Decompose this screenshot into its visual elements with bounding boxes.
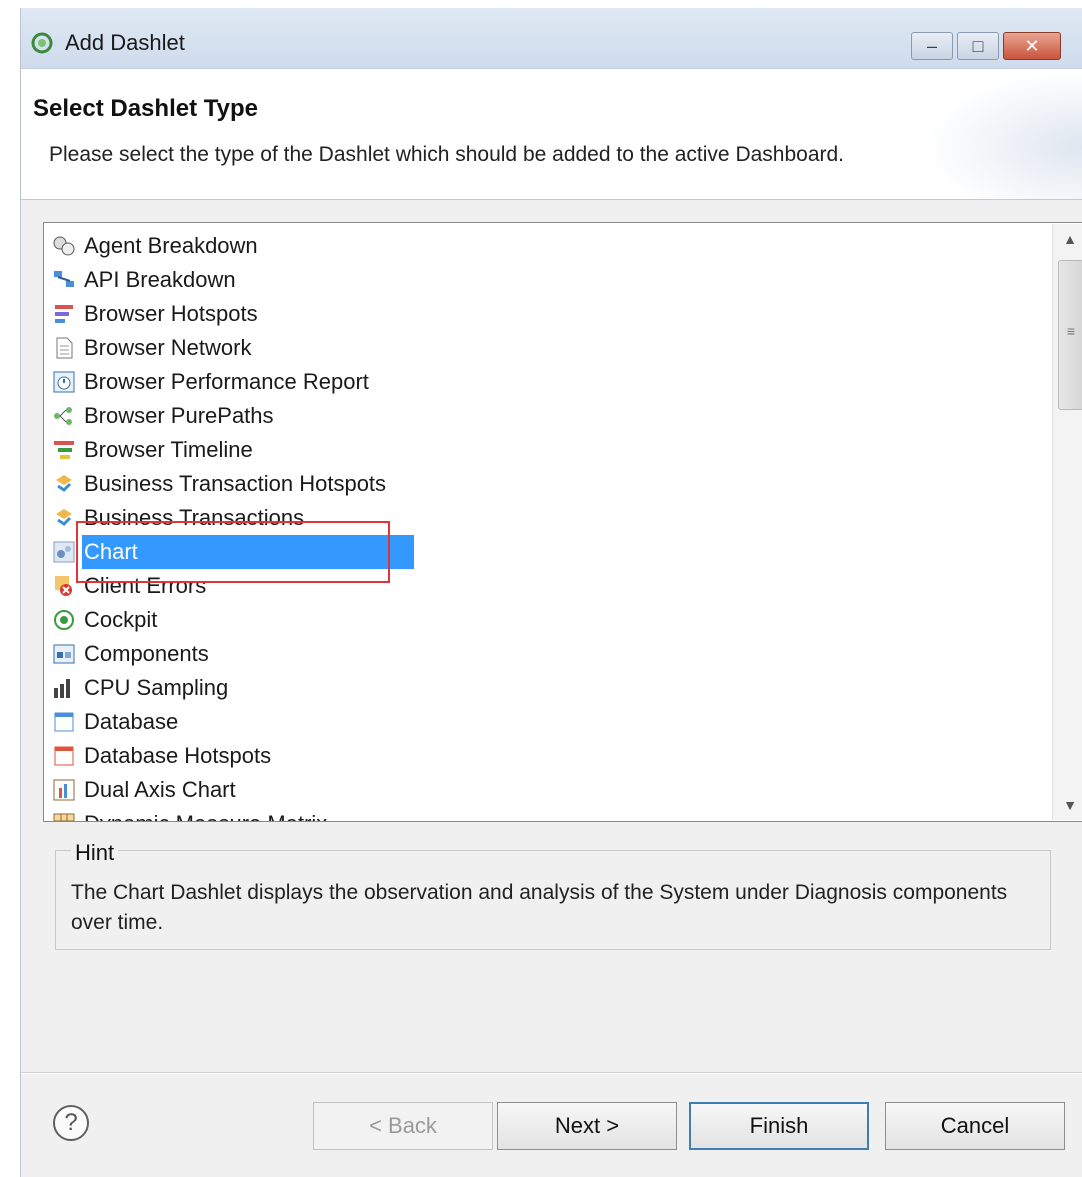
- close-button[interactable]: ✕: [1003, 32, 1061, 60]
- list-item-label: Dynamic Measure Matrix: [84, 807, 327, 821]
- header-banner: Select Dashlet Type Please select the ty…: [21, 69, 1082, 200]
- hint-text: The Chart Dashlet displays the observati…: [71, 881, 1008, 934]
- browser-hotspots-icon: [55, 305, 73, 323]
- list-item[interactable]: Business Transaction Hotspots: [44, 467, 1044, 501]
- matrix-icon: [53, 813, 75, 821]
- page-description: Please select the type of the Dashlet wh…: [49, 143, 845, 166]
- bar-chart-icon: [54, 679, 70, 698]
- list-item[interactable]: Components: [44, 637, 1044, 671]
- list-item[interactable]: Cockpit: [44, 603, 1044, 637]
- list-item-label: API Breakdown: [84, 267, 236, 292]
- finish-button[interactable]: Finish: [689, 1102, 869, 1150]
- minimize-icon: –: [926, 36, 937, 56]
- list-item-label: Dual Axis Chart: [84, 777, 236, 802]
- minimize-button[interactable]: –: [911, 32, 953, 60]
- list-item-label: Browser Network: [84, 335, 252, 360]
- next-button[interactable]: Next >: [497, 1102, 677, 1150]
- scroll-thumb[interactable]: ≡: [1058, 260, 1082, 410]
- database-icon: [54, 712, 74, 732]
- back-button[interactable]: < Back: [313, 1102, 493, 1150]
- error-icon: [55, 576, 72, 596]
- list-item[interactable]: Agent Breakdown: [44, 229, 1044, 263]
- stopwatch-icon: [53, 371, 75, 393]
- list-item[interactable]: CPU Sampling: [44, 671, 1044, 705]
- list-item-label: Browser Timeline: [84, 437, 253, 462]
- grip-icon: ≡: [1066, 323, 1076, 339]
- list-item-label: Components: [84, 641, 209, 666]
- list-item[interactable]: Dynamic Measure Matrix: [44, 807, 1044, 821]
- list-item-label: Database Hotspots: [84, 743, 272, 768]
- chart-icon: [53, 541, 75, 563]
- api-breakdown-icon: [54, 271, 74, 287]
- maximize-button[interactable]: □: [957, 32, 999, 60]
- list-item[interactable]: Browser Network: [44, 331, 1044, 365]
- dashlet-type-list[interactable]: Agent Breakdown API Breakdown Browser Hots…: [43, 222, 1082, 822]
- list-item[interactable]: Dual Axis Chart: [44, 773, 1044, 807]
- business-transaction-icon: [56, 475, 72, 492]
- document-icon: [56, 337, 73, 359]
- list-item[interactable]: Browser Performance Report: [44, 365, 1044, 399]
- add-dashlet-dialog: Add Dashlet – □ ✕ Select Dashlet Type Pl…: [20, 8, 1082, 1177]
- list-item[interactable]: API Breakdown: [44, 263, 1044, 297]
- list-item-label: Business Transaction Hotspots: [84, 471, 387, 496]
- purepaths-icon: [54, 407, 72, 425]
- components-icon: [53, 644, 75, 664]
- window-title: Add Dashlet: [65, 30, 185, 55]
- list-item-label: Agent Breakdown: [84, 233, 258, 258]
- list-item[interactable]: Browser Timeline: [44, 433, 1044, 467]
- annotation-highlight-box: [76, 521, 390, 583]
- help-icon: ?: [64, 1109, 78, 1136]
- vertical-scrollbar[interactable]: ▲ ≡ ▼: [1052, 224, 1082, 820]
- dual-axis-chart-icon: [53, 779, 75, 801]
- list-item-label: Cockpit: [84, 607, 158, 632]
- page-title: Select Dashlet Type: [33, 95, 258, 122]
- title-bar: Add Dashlet – □ ✕: [21, 8, 1082, 69]
- list-item-label: Database: [84, 709, 179, 734]
- hint-legend: Hint: [71, 840, 119, 866]
- maximize-icon: □: [972, 36, 984, 56]
- list-item-label: Browser PurePaths: [84, 403, 274, 428]
- list-item-label: CPU Sampling: [84, 675, 229, 700]
- scroll-down-arrow-icon[interactable]: ▼: [1053, 790, 1082, 820]
- close-icon: ✕: [1024, 36, 1040, 56]
- list-item-label: Browser Hotspots: [84, 301, 258, 326]
- database-hotspots-icon: [54, 746, 74, 766]
- cancel-button[interactable]: Cancel: [885, 1102, 1065, 1150]
- help-button[interactable]: ?: [53, 1105, 89, 1141]
- list-item-label: Browser Performance Report: [84, 369, 369, 394]
- footer-separator: [21, 1072, 1082, 1074]
- list-item[interactable]: Database Hotspots: [44, 739, 1044, 773]
- banner-decoration: [923, 69, 1082, 199]
- agent-breakdown-icon: [53, 236, 75, 256]
- list-item[interactable]: Browser PurePaths: [44, 399, 1044, 433]
- scroll-up-arrow-icon[interactable]: ▲: [1053, 224, 1082, 254]
- cockpit-icon: [54, 610, 74, 630]
- timeline-icon: [54, 441, 74, 459]
- list-item[interactable]: Browser Hotspots: [44, 297, 1044, 331]
- business-transaction-icon: [56, 509, 72, 526]
- app-logo-icon: [31, 32, 53, 54]
- list-item[interactable]: Database: [44, 705, 1044, 739]
